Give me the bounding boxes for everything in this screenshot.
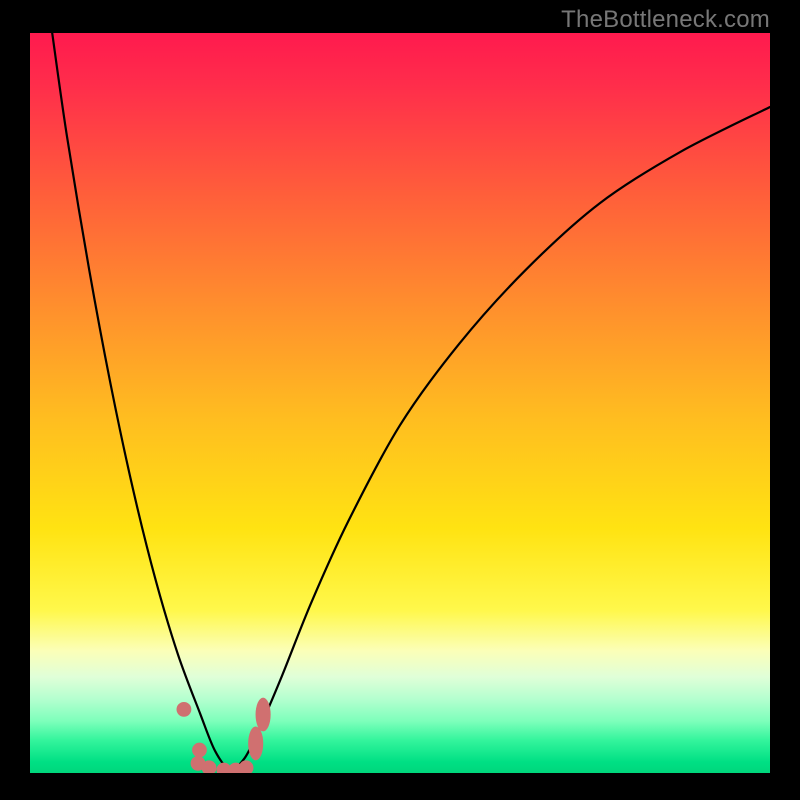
curve-marker (256, 698, 271, 732)
curve-marker (177, 702, 192, 717)
curve-plot (30, 33, 770, 773)
bottleneck-curve (52, 33, 770, 769)
curve-marker (248, 727, 263, 761)
chart-frame (30, 33, 770, 773)
curve-markers (177, 698, 271, 773)
curve-marker (192, 743, 207, 758)
watermark-text: TheBottleneck.com (561, 6, 770, 34)
